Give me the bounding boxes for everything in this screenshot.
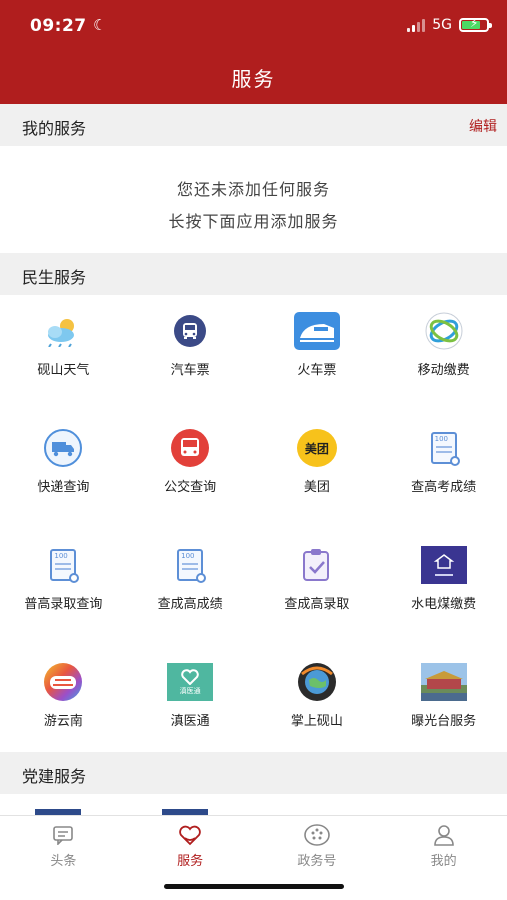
service-label: 快递查询 [37,480,90,495]
home-indicator [164,884,344,889]
livelihood-grid: 砚山天气 汽车票 火车票 移动缴费 快递查询 公交查询 美团 美团 100 查高… [0,295,507,763]
you-yunnan-icon [40,663,86,701]
dian-yi-tong-icon-text: 滇医通 [179,686,201,695]
service-label: 掌上砚山 [290,714,343,729]
service-label: 水电煤缴费 [411,597,477,612]
service-label: 曝光台服务 [411,714,477,729]
tab-label: 服务 [177,854,204,869]
empty-hint-line2: 长按下面应用添加服务 [168,212,339,231]
livelihood-header: 民生服务 [0,253,507,295]
status-indicators: 5G ⚡ [407,16,492,33]
profile-icon [431,823,457,847]
service-tile-exposure-platform[interactable]: 曝光台服务 [380,646,507,763]
party-header: 党建服务 [0,752,507,794]
service-label: 普高录取查询 [24,597,103,612]
service-tile-mobile-pay[interactable]: 移动缴费 [380,295,507,412]
service-tile-meituan[interactable]: 美团 美团 [254,412,381,529]
weather-icon [40,312,86,350]
my-services-header: 我的服务 编辑 [0,104,507,146]
gov-account-icon [304,823,330,847]
service-label: 游云南 [43,714,83,729]
tab-headlines[interactable]: 头条 [0,816,127,900]
tab-label: 政务号 [297,854,337,869]
score-badge-text: 100 [434,435,448,443]
service-tile-utility-payment[interactable]: 水电煤缴费 [380,529,507,646]
page-title: 服务 [231,67,276,91]
service-label: 美团 [303,480,330,495]
service-label: 砚山天气 [37,363,90,378]
service-tile-weather[interactable]: 砚山天气 [0,295,127,412]
service-label: 公交查询 [164,480,217,495]
exposure-platform-icon [420,663,467,701]
service-tile-admission-query[interactable]: 100 普高录取查询 [0,529,127,646]
network-label: 5G [432,17,452,33]
status-time: 09:27 [30,16,87,36]
service-tile-adult-exam-score[interactable]: 100 查成高成绩 [127,529,254,646]
service-tile-admission-check[interactable]: 查成高录取 [254,529,381,646]
service-heart-icon [177,823,203,847]
service-label: 查成高成绩 [157,597,223,612]
exam-score-icon: 100 [421,429,467,467]
service-label: 移动缴费 [417,363,470,378]
edit-button[interactable]: 编辑 [469,116,497,136]
train-icon [293,312,340,350]
signal-icon [407,18,426,32]
tab-label: 我的 [430,854,457,869]
service-tile-you-yunnan[interactable]: 游云南 [0,646,127,763]
admission-query-icon: 100 [40,546,86,584]
service-label: 查高考成绩 [411,480,477,495]
news-icon [50,823,76,847]
zhangshang-yanshan-icon [294,663,340,701]
service-label: 滇医通 [170,714,210,729]
score-badge-text: 100 [54,552,68,560]
score-badge-text: 100 [181,552,195,560]
service-tile-delivery[interactable]: 快递查询 [0,412,127,529]
service-tile-dian-yi-tong[interactable]: 滇医通 滇医通 [127,646,254,763]
bus-icon [167,429,213,467]
china-mobile-icon [421,312,467,350]
service-tile-bus-query[interactable]: 公交查询 [127,412,254,529]
tab-profile[interactable]: 我的 [380,816,507,900]
adult-exam-score-icon: 100 [167,546,213,584]
admission-check-icon [294,546,340,584]
battery-icon: ⚡ [459,16,492,32]
service-tile-zhangshang-yanshan[interactable]: 掌上砚山 [254,646,381,763]
service-tile-exam-score[interactable]: 100 查高考成绩 [380,412,507,529]
party-title: 党建服务 [22,767,87,786]
tab-label: 头条 [50,854,77,869]
dian-yi-tong-icon: 滇医通 [167,663,214,701]
service-label: 火车票 [297,363,337,378]
livelihood-title: 民生服务 [22,268,87,287]
my-services-title: 我的服务 [22,119,87,138]
moon-icon: ☾ [93,16,107,34]
bus-ticket-icon [167,312,213,350]
meituan-icon: 美团 [294,429,340,467]
service-tile-bus-ticket[interactable]: 汽车票 [127,295,254,412]
meituan-icon-text: 美团 [296,429,337,467]
service-tile-train[interactable]: 火车票 [254,295,381,412]
service-label: 查成高录取 [284,597,350,612]
empty-hint-line1: 您还未添加任何服务 [176,180,330,199]
app-header: 09:27 ☾ 5G ⚡ 服务 [0,0,507,104]
utility-payment-icon [420,546,467,584]
service-label: 汽车票 [170,363,210,378]
delivery-truck-icon [40,429,86,467]
